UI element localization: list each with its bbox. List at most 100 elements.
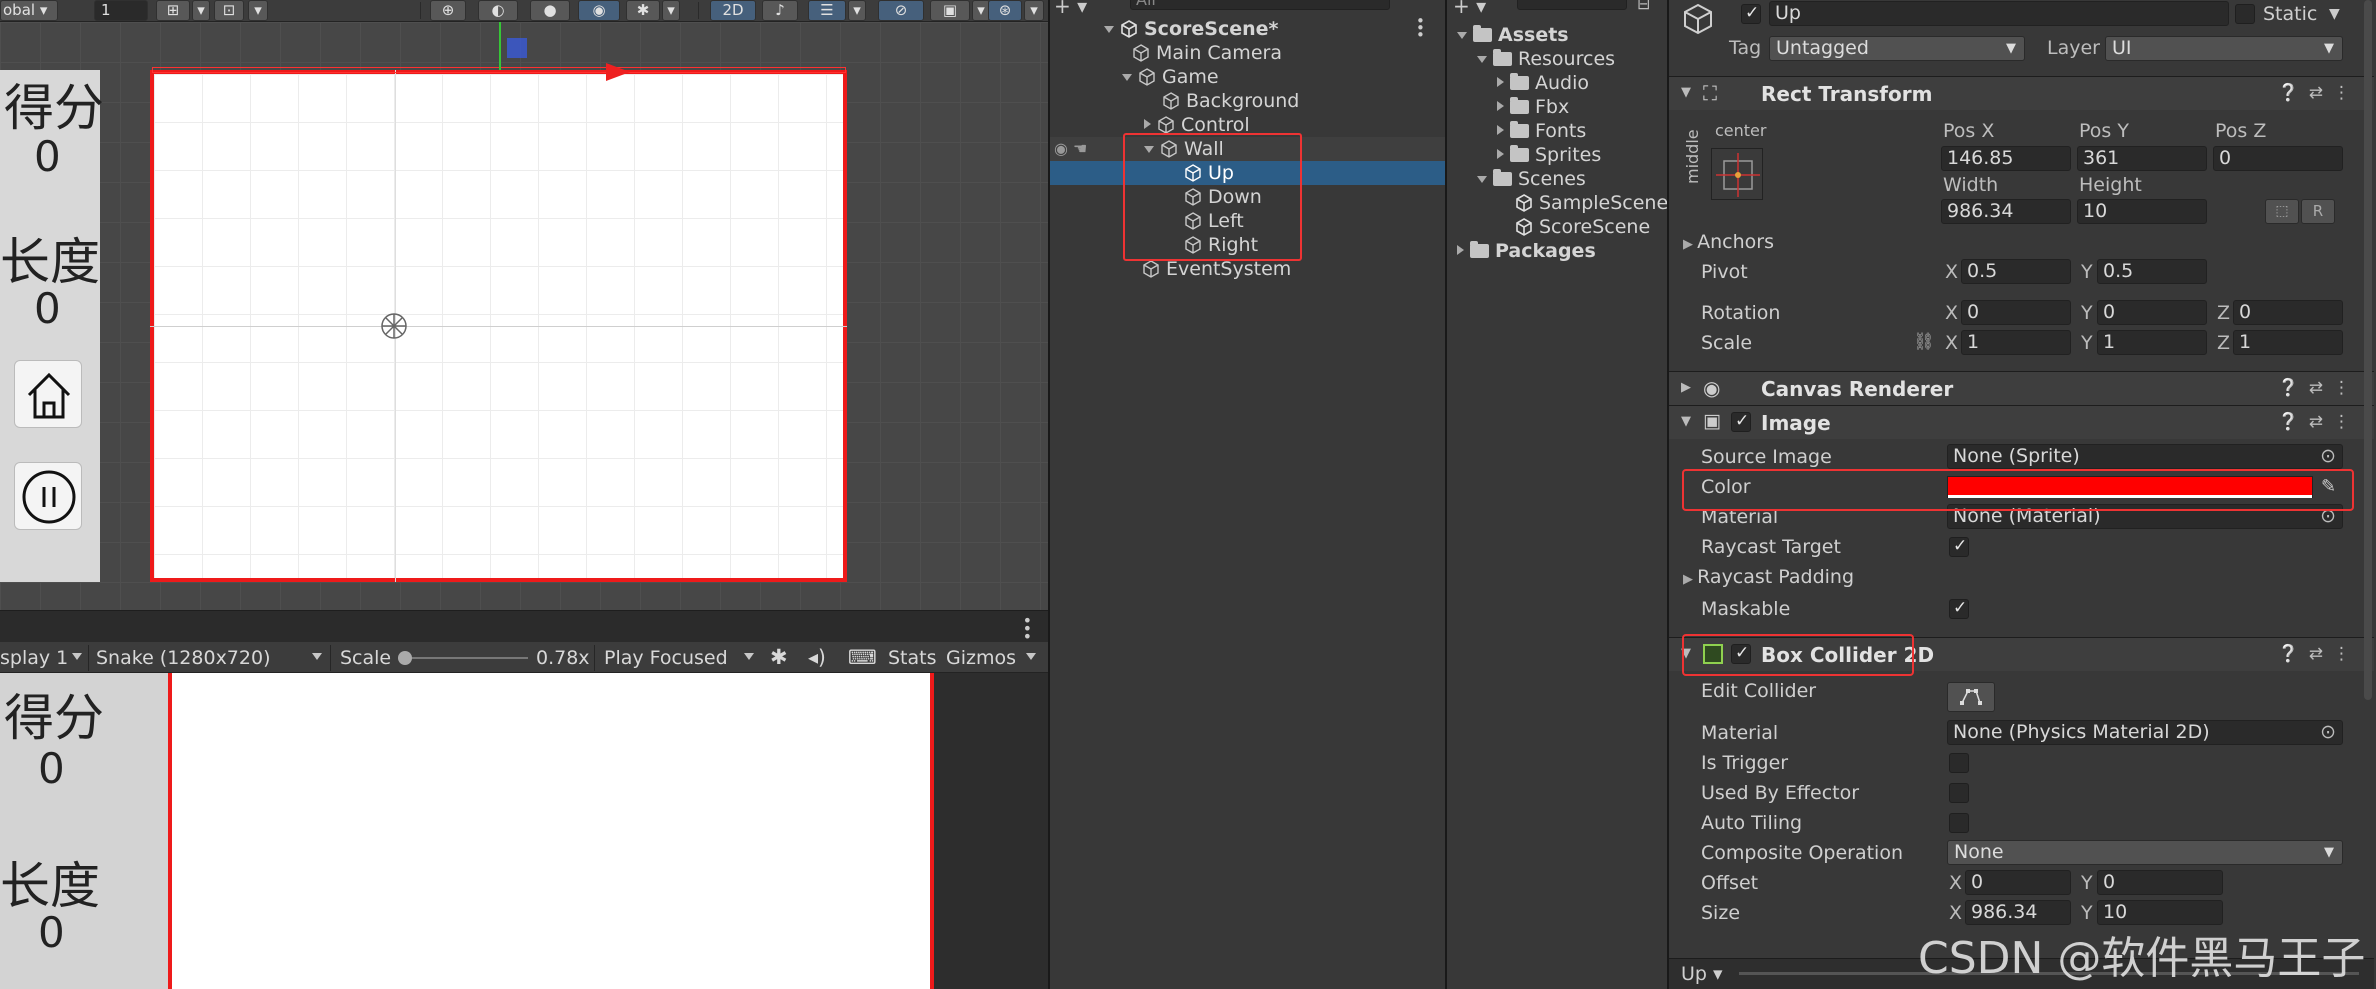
object-picker-icon[interactable]: ⊙: [2320, 721, 2336, 744]
display-dropdown[interactable]: splay 1: [0, 647, 68, 669]
auto-tiling-checkbox[interactable]: [1949, 813, 1969, 833]
rotation-y-field[interactable]: 0: [2097, 300, 2207, 325]
offset-y-field[interactable]: 0: [2097, 870, 2223, 895]
toggle-2d-button[interactable]: 2D: [710, 0, 756, 21]
raycast-target-checkbox[interactable]: [1949, 536, 1969, 557]
pivot-y-field[interactable]: 0.5: [2097, 259, 2207, 284]
draw-mode-icon[interactable]: ⊕: [430, 0, 466, 21]
maskable-checkbox[interactable]: [1949, 598, 1969, 619]
scale-z-field[interactable]: 1: [2233, 330, 2343, 355]
grid-size-field[interactable]: 1: [94, 0, 148, 21]
visibility-eye-icon[interactable]: ◉ ☚: [1054, 139, 1087, 158]
scale-y-field[interactable]: 1: [2097, 330, 2207, 355]
footer-object-dropdown[interactable]: Up ▾: [1681, 963, 1723, 985]
component-menu-icons[interactable]: ❔⇄⋮: [2278, 644, 2360, 664]
scene-menu-icon[interactable]: • • •: [1416, 14, 1425, 43]
collapse-icon[interactable]: [1497, 125, 1504, 135]
blueprint-mode-icon[interactable]: ⬚: [2265, 199, 2299, 224]
offset-x-field[interactable]: 0: [1965, 870, 2071, 895]
pivot-mode-dropdown[interactable]: obal ▾: [0, 0, 58, 21]
expand-arrow-icon[interactable]: ▶: [1681, 380, 1691, 395]
expand-icon[interactable]: [1104, 26, 1114, 33]
source-image-field[interactable]: None (Sprite) ⊙: [1947, 444, 2343, 469]
canvas-renderer-header[interactable]: ▶ ◉ Canvas Renderer ❔⇄⋮: [1669, 371, 2374, 405]
keyboard-icon[interactable]: ⌨: [848, 645, 877, 669]
hierarchy-item-background[interactable]: Background: [1050, 89, 1445, 113]
project-search-input[interactable]: [1517, 0, 1627, 10]
resolution-dropdown[interactable]: Snake (1280x720): [96, 647, 271, 669]
more-options-icon[interactable]: • • •: [1023, 613, 1032, 645]
expand-icon[interactable]: [1477, 176, 1487, 183]
snap-increment-icon[interactable]: ⊡: [214, 0, 244, 21]
anchor-preset-button[interactable]: [1711, 148, 1763, 200]
hierarchy-item-main-camera[interactable]: Main Camera: [1050, 41, 1445, 65]
edit-collider-button[interactable]: [1947, 682, 1995, 712]
gizmos-icon[interactable]: ⊛: [988, 0, 1022, 21]
object-name-field[interactable]: Up: [1769, 1, 2229, 26]
pos-y-field[interactable]: 361: [2077, 146, 2207, 171]
collapse-icon[interactable]: [1144, 119, 1151, 129]
gizmos-dropdown[interactable]: Gizmos: [946, 647, 1016, 669]
hierarchy-search-input[interactable]: All: [1130, 0, 1390, 10]
hidden-objects-icon[interactable]: ⊘: [878, 0, 924, 21]
project-item-resources[interactable]: Resources: [1477, 47, 1615, 71]
bug-icon[interactable]: ✱: [770, 645, 788, 669]
constrain-proportions-icon[interactable]: ⛓: [1913, 332, 1935, 352]
scale-slider-track[interactable]: [398, 657, 528, 659]
hierarchy-item-scorescene[interactable]: ScoreScene*: [1050, 17, 1445, 41]
debug-mode-icon[interactable]: ✱: [626, 0, 660, 21]
move-gizmo-x-shaft[interactable]: [550, 70, 610, 72]
project-item-sprites[interactable]: Sprites: [1497, 143, 1601, 167]
component-menu-icons[interactable]: ❔⇄⋮: [2278, 83, 2360, 103]
shading-wire-icon[interactable]: ◐: [478, 0, 518, 21]
scale-slider-handle[interactable]: [398, 651, 412, 665]
shading-solid-icon[interactable]: ●: [530, 0, 570, 21]
project-item-scenes[interactable]: Scenes: [1477, 167, 1586, 191]
rect-transform-header[interactable]: ▼ ⛶ Rect Transform ❔⇄⋮: [1669, 76, 2374, 110]
physics-material-field[interactable]: None (Physics Material 2D) ⊙: [1947, 720, 2343, 745]
project-item-fonts[interactable]: Fonts: [1497, 119, 1586, 143]
used-by-effector-checkbox[interactable]: [1949, 783, 1969, 803]
collapse-icon[interactable]: [1497, 149, 1504, 159]
collapse-icon[interactable]: [1497, 101, 1504, 111]
create-asset-button[interactable]: + ▾: [1453, 0, 1486, 18]
object-picker-icon[interactable]: ⊙: [2320, 445, 2336, 468]
collapse-icon[interactable]: [1457, 245, 1464, 255]
pos-z-field[interactable]: 0: [2213, 146, 2343, 171]
collapse-arrow-icon[interactable]: ▼: [1681, 85, 1691, 100]
component-menu-icons[interactable]: ❔⇄⋮: [2278, 412, 2360, 432]
collapse-arrow-icon[interactable]: ▼: [1681, 414, 1691, 429]
height-field[interactable]: 10: [2077, 199, 2207, 224]
pos-x-field[interactable]: 146.85: [1941, 146, 2071, 171]
move-gizmo-plane[interactable]: [507, 38, 527, 58]
pause-button[interactable]: [14, 462, 82, 530]
hierarchy-item-game[interactable]: Game: [1050, 65, 1445, 89]
collapse-icon[interactable]: [1497, 77, 1504, 87]
rotation-x-field[interactable]: 0: [1961, 300, 2071, 325]
width-field[interactable]: 986.34: [1941, 199, 2071, 224]
move-gizmo-x-arrow[interactable]: [606, 63, 630, 81]
project-item-fbx[interactable]: Fbx: [1497, 95, 1569, 119]
project-item-samplescene[interactable]: SampleScene 1: [1515, 191, 1686, 215]
is-trigger-checkbox[interactable]: [1949, 753, 1969, 773]
grid-snap-dropdown-icon[interactable]: ▾: [192, 0, 210, 21]
effects-icon[interactable]: ☰: [808, 0, 846, 21]
project-item-packages[interactable]: Packages: [1457, 239, 1596, 263]
composite-operation-dropdown[interactable]: None ▼: [1947, 840, 2343, 865]
grid-snap-icon[interactable]: ⊞: [156, 0, 190, 21]
raycast-padding-foldout[interactable]: ▶ Raycast Padding: [1683, 566, 1854, 588]
add-object-button[interactable]: + ▾: [1054, 0, 1094, 18]
project-item-assets[interactable]: Assets: [1457, 23, 1569, 47]
shading-textured-icon[interactable]: ◉: [578, 0, 620, 21]
snap-dropdown-icon[interactable]: ▾: [248, 0, 268, 21]
audio-toggle-icon[interactable]: ♪: [762, 0, 798, 21]
tag-dropdown[interactable]: Untagged ▼: [1769, 36, 2025, 61]
filter-icon[interactable]: ⊟: [1637, 0, 1650, 13]
layer-dropdown[interactable]: UI ▼: [2105, 36, 2343, 61]
home-button[interactable]: [14, 360, 82, 428]
raw-edit-button[interactable]: R: [2301, 199, 2335, 224]
expand-icon[interactable]: [1122, 74, 1132, 81]
debug-dropdown-icon[interactable]: ▾: [662, 0, 680, 21]
move-gizmo-y-axis[interactable]: [499, 22, 501, 70]
play-mode-dropdown[interactable]: Play Focused: [604, 647, 728, 669]
